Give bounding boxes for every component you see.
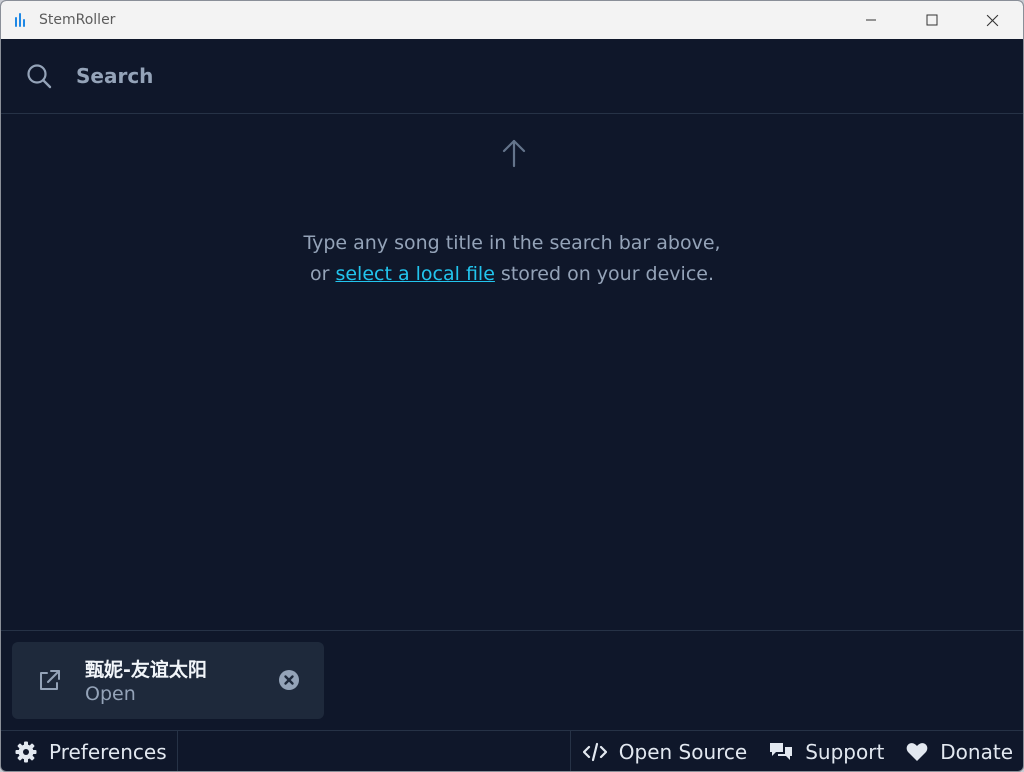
hint-line-1: Type any song title in the search bar ab… bbox=[303, 232, 721, 254]
app-window: StemRoller Type any song title in the se… bbox=[0, 0, 1024, 772]
hint-prefix: or bbox=[309, 263, 336, 285]
hint-suffix: stored on your device. bbox=[494, 263, 715, 285]
queue-area: 甄妮-友谊太阳 Open bbox=[1, 630, 1023, 731]
search-icon bbox=[27, 64, 52, 89]
arrow-up-icon bbox=[502, 139, 526, 168]
maximize-button[interactable] bbox=[901, 1, 962, 39]
hint-line-2: or select a local file stored on your de… bbox=[1, 259, 1023, 290]
window-controls bbox=[840, 1, 1023, 39]
footer-links: Open Source Support Donate bbox=[569, 731, 1023, 771]
external-link-icon[interactable] bbox=[36, 668, 62, 694]
support-button[interactable]: Support bbox=[757, 731, 894, 771]
preferences-label: Preferences bbox=[49, 739, 167, 764]
queue-item-status: Open bbox=[85, 683, 136, 705]
footer: Preferences Open Source Support Donate bbox=[1, 730, 1023, 771]
window-title: StemRoller bbox=[39, 12, 116, 28]
close-icon bbox=[986, 14, 999, 26]
queue-item[interactable]: 甄妮-友谊太阳 Open bbox=[12, 642, 324, 719]
chat-icon bbox=[770, 742, 793, 760]
select-local-file-link[interactable]: select a local file bbox=[335, 263, 494, 285]
queue-item-title: 甄妮-友谊太阳 bbox=[85, 659, 207, 681]
heart-icon bbox=[906, 742, 928, 761]
maximize-icon bbox=[926, 14, 937, 26]
preferences-button[interactable]: Preferences bbox=[1, 731, 178, 771]
donate-button[interactable]: Donate bbox=[894, 731, 1023, 771]
minimize-icon bbox=[865, 19, 876, 21]
title-bar[interactable]: StemRoller bbox=[1, 1, 1023, 39]
support-label: Support bbox=[805, 739, 885, 764]
donate-label: Donate bbox=[940, 739, 1013, 764]
close-window-button[interactable] bbox=[962, 1, 1023, 39]
empty-state-hint: Type any song title in the search bar ab… bbox=[1, 228, 1023, 290]
remove-circle-icon[interactable] bbox=[279, 670, 299, 690]
search-bar bbox=[1, 39, 1023, 114]
minimize-button[interactable] bbox=[840, 1, 901, 39]
gear-icon bbox=[15, 741, 37, 762]
main-content: Type any song title in the search bar ab… bbox=[1, 114, 1023, 629]
app-logo-icon bbox=[15, 13, 29, 27]
open-source-label: Open Source bbox=[618, 739, 748, 764]
code-icon bbox=[582, 742, 607, 761]
open-source-button[interactable]: Open Source bbox=[571, 731, 757, 771]
search-input[interactable] bbox=[74, 63, 878, 89]
